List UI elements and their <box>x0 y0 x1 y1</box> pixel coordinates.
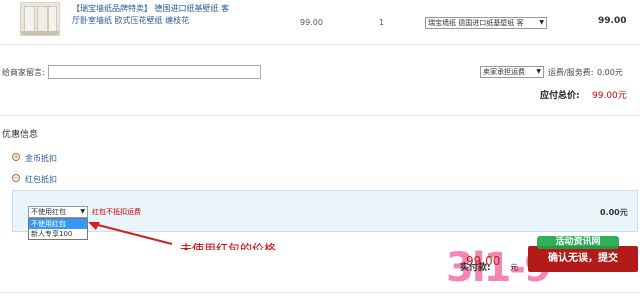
redpacket-select[interactable]: 不使用红包 ▼ <box>28 206 88 218</box>
fee-value: 0.00元 <box>597 68 623 77</box>
confirm-submit-button[interactable]: 确认无误，提交 <box>528 246 638 272</box>
shipping-select[interactable]: 卖家承担运费 ▼ <box>480 66 544 78</box>
coin-discount-toggle[interactable]: 金币抵扣 <box>25 153 57 164</box>
annotation-arrow-icon <box>88 222 173 245</box>
chevron-down-icon: ▼ <box>539 19 544 26</box>
total-label: 应付总价: <box>540 91 580 101</box>
chevron-down-icon: ▼ <box>80 208 85 215</box>
product-price: 99.00 <box>300 18 323 27</box>
redpacket-amount: 0.00元 <box>600 208 628 217</box>
order-confirm-page: 【瑞宝墙纸品牌特卖】 德国进口纸基壁纸 客厅卧室墙纸 欧式压花壁纸 缠枝花 99… <box>0 0 640 298</box>
divider <box>0 292 640 293</box>
message-label: 给商家留言: <box>2 68 45 77</box>
divider <box>0 44 640 45</box>
product-title[interactable]: 【瑞宝墙纸品牌特卖】 德国进口纸基壁纸 客厅卧室墙纸 欧式压花壁纸 缠枝花 <box>72 3 232 27</box>
message-input[interactable] <box>48 65 261 79</box>
watermark-banner: 活动资讯网 <box>537 236 619 249</box>
chevron-down-icon: ▼ <box>536 68 541 75</box>
expand-plus-icon[interactable]: + <box>12 153 20 161</box>
product-quantity: 1 <box>379 18 385 27</box>
redpacket-discount-toggle[interactable]: 红包抵扣 <box>25 174 57 185</box>
pay-currency: 元 <box>510 263 518 272</box>
redpacket-dropdown-list[interactable]: 不使用红包 新人专享100 <box>28 218 88 240</box>
product-thumbnail[interactable] <box>20 2 60 36</box>
product-option-value: 瑞宝墙纸 德国进口纸基壁纸 客 <box>428 19 524 27</box>
pay-value: 99.00 <box>466 254 501 268</box>
fee-label: 运费/服务费: <box>548 68 594 77</box>
dropdown-option[interactable]: 新人专享100 <box>29 229 87 239</box>
dropdown-option[interactable]: 不使用红包 <box>29 219 87 229</box>
redpacket-select-value: 不使用红包 <box>31 208 66 216</box>
total-value: 99.00元 <box>592 91 627 101</box>
redpacket-note: 红包不抵扣运费 <box>92 208 141 216</box>
collapse-minus-icon[interactable]: − <box>12 174 20 182</box>
shipping-select-value: 卖家承担运费 <box>483 68 525 76</box>
divider <box>0 115 640 116</box>
product-subtotal: 99.00 <box>598 16 627 26</box>
product-option-select[interactable]: 瑞宝墙纸 德国进口纸基壁纸 客 ▼ <box>425 17 547 29</box>
discount-section-title: 优惠信息 <box>2 130 39 140</box>
